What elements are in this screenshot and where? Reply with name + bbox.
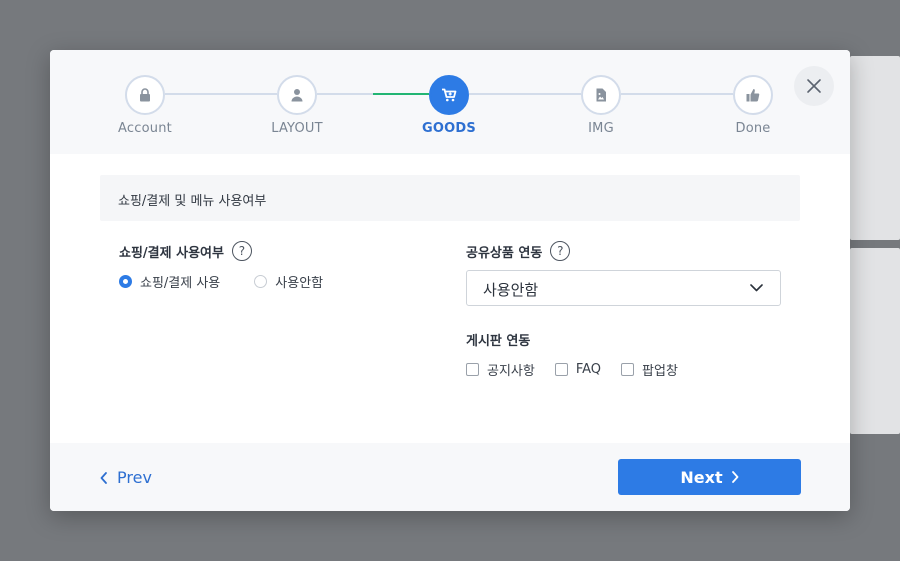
prev-label: Prev (117, 468, 152, 487)
checkbox-notice[interactable]: 공지사항 (466, 360, 535, 379)
checkbox-label: 공지사항 (487, 364, 535, 379)
step-label: LAYOUT (271, 121, 323, 136)
radio-shopping-disabled[interactable]: 사용안함 (254, 272, 323, 291)
modal-footer: Prev Next (50, 443, 850, 511)
checkbox-faq[interactable]: FAQ (554, 360, 602, 379)
cart-icon (442, 88, 457, 102)
background-card (850, 56, 900, 240)
field-label-text: 게시판 연동 (466, 334, 531, 349)
chevron-left-icon (100, 471, 107, 484)
radio-button[interactable] (119, 275, 132, 288)
step-label: IMG (588, 121, 614, 136)
background-card (850, 248, 900, 434)
thumbs-up-icon (746, 89, 760, 102)
checkbox[interactable] (554, 363, 568, 376)
shared-goods-field-label: 공유상품 연동 ? (466, 241, 571, 261)
wizard-stepper: Account LAYOUT GOODS IMG Done (50, 50, 850, 154)
step-goods[interactable]: GOODS (399, 75, 499, 136)
lock-icon (140, 88, 150, 102)
step-label: GOODS (422, 121, 476, 136)
board-field-label: 게시판 연동 (466, 330, 530, 349)
radio-label: 사용안함 (275, 276, 324, 291)
close-icon (807, 79, 821, 93)
checkbox-popup[interactable]: 팝업창 (621, 360, 678, 379)
step-circle (429, 75, 469, 115)
step-circle (277, 75, 317, 115)
step-circle (125, 75, 165, 115)
section-title: 쇼핑/결제 및 메뉴 사용여부 (118, 194, 267, 209)
next-button[interactable]: Next (618, 459, 801, 495)
radio-button[interactable] (254, 275, 268, 288)
checkbox-label: 팝업창 (642, 364, 678, 379)
step-layout[interactable]: LAYOUT (247, 75, 347, 136)
step-img[interactable]: IMG (551, 75, 651, 136)
shared-goods-select[interactable]: 사용안함 (466, 270, 781, 306)
shopping-radio-group: 쇼핑/결제 사용 사용안함 (119, 272, 357, 291)
step-label: Account (118, 121, 172, 136)
board-checkbox-group: 공지사항 FAQ 팝업창 (466, 360, 698, 379)
setup-wizard-modal: Account LAYOUT GOODS IMG Done 쇼핑/결제 및 메뉴… (50, 50, 850, 511)
step-label: Done (735, 121, 771, 136)
section-header: 쇼핑/결제 및 메뉴 사용여부 (100, 175, 800, 221)
next-label: Next (680, 467, 723, 487)
radio-shopping-enabled[interactable]: 쇼핑/결제 사용 (119, 272, 220, 291)
chevron-right-icon (731, 471, 739, 483)
step-done[interactable]: Done (703, 75, 803, 136)
step-circle (733, 75, 773, 115)
field-label-text: 쇼핑/결제 사용여부 (119, 245, 224, 261)
field-label-text: 공유상품 연동 (466, 245, 543, 261)
checkbox[interactable] (621, 363, 635, 376)
user-icon (291, 89, 303, 102)
step-circle (581, 75, 621, 115)
help-icon[interactable]: ? (231, 241, 252, 261)
checkbox[interactable] (466, 363, 479, 376)
radio-label: 쇼핑/결제 사용 (140, 276, 221, 291)
image-file-icon (596, 88, 606, 102)
step-account[interactable]: Account (95, 75, 195, 136)
help-icon[interactable]: ? (550, 241, 571, 261)
shopping-field-label: 쇼핑/결제 사용여부 ? (119, 241, 252, 261)
chevron-down-icon (750, 284, 763, 292)
close-button[interactable] (794, 66, 834, 106)
prev-button[interactable]: Prev (100, 468, 152, 487)
modal-header: Account LAYOUT GOODS IMG Done (50, 50, 850, 154)
checkbox-label: FAQ (575, 362, 602, 377)
select-value: 사용안함 (483, 281, 539, 299)
